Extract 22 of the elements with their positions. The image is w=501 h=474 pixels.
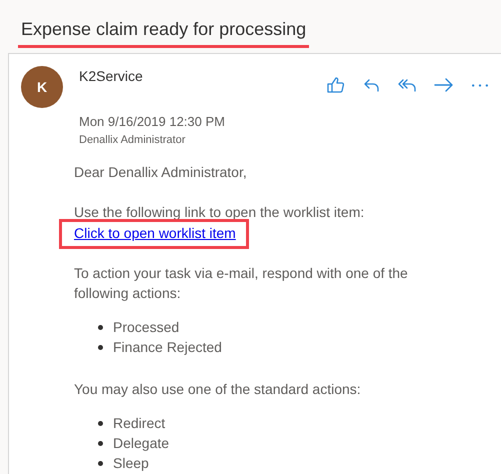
list-item: Delegate — [113, 434, 170, 453]
email-subject: Expense claim ready for processing — [18, 16, 310, 48]
bullet-icon — [98, 420, 103, 426]
bullet-icon — [98, 324, 103, 330]
body-text: You may also use one of the standard actions: — [74, 381, 361, 397]
worklist-link[interactable]: Click to open worklist item — [62, 222, 246, 246]
list-item: Sleep — [113, 454, 149, 473]
thumbs-up-icon — [326, 75, 346, 95]
list-item: Processed — [113, 318, 180, 337]
bullet-icon — [98, 440, 103, 446]
message-date: Mon 9/16/2019 12:30 PM — [79, 113, 226, 131]
avatar: K — [21, 66, 63, 108]
bullet-icon — [98, 460, 103, 466]
body-text: Use the following link to open the worklist item: — [74, 204, 364, 220]
more-icon — [472, 84, 488, 86]
recipient-name: Denallix Administrator — [79, 132, 186, 148]
bullet-icon — [98, 344, 103, 350]
body-text: To action your task via e-mail, respond with one of the following actions: — [74, 265, 408, 301]
sender-name: K2Service — [79, 67, 143, 86]
list-item: Finance Rejected — [113, 338, 222, 357]
body-text: Dear Denallix Administrator, — [74, 164, 247, 180]
list-item: Redirect — [113, 414, 166, 433]
